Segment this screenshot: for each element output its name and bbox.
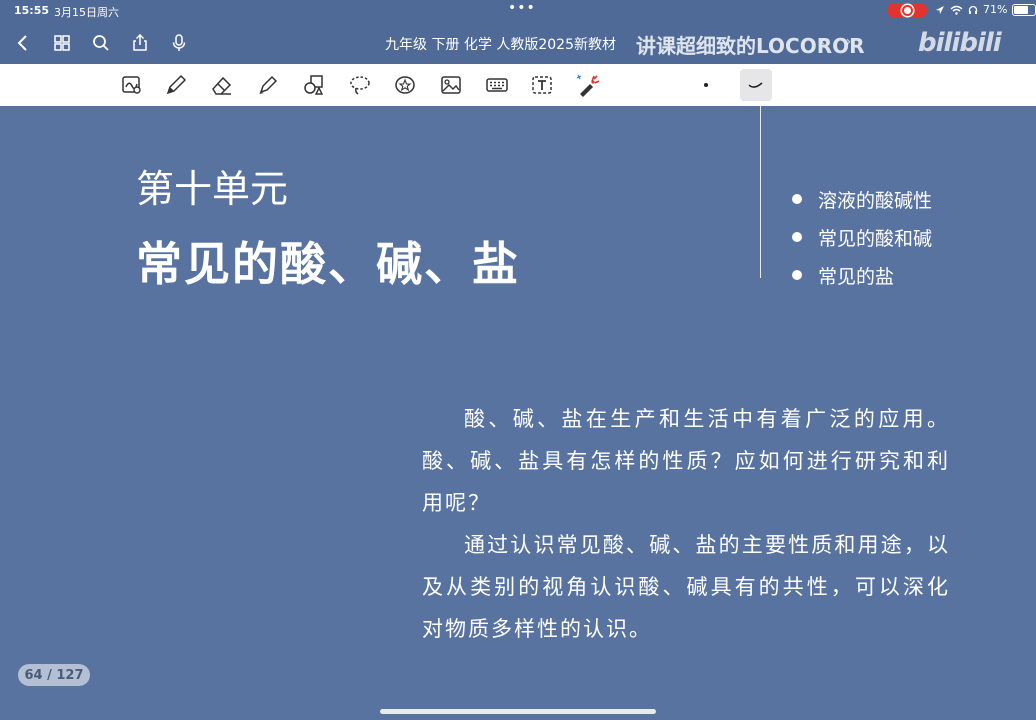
section-item: 常见的盐 (792, 256, 932, 294)
microphone-icon (172, 34, 186, 51)
section-list: 溶液的酸碱性 常见的酸和碱 常见的盐 (792, 180, 932, 294)
divider-line (760, 106, 761, 278)
unit-title: 第十单元 (136, 167, 289, 211)
keyboard-tool[interactable] (483, 71, 511, 99)
bullet-icon (792, 194, 802, 204)
nav-left-icons (10, 30, 192, 56)
grid-icon (54, 35, 70, 51)
microphone-button[interactable] (166, 30, 192, 56)
status-date: 3月15日周六 (54, 6, 119, 19)
laser-pointer-icon (576, 74, 600, 97)
section-item: 常见的酸和碱 (792, 218, 932, 256)
sticker-tool[interactable] (391, 71, 419, 99)
curve-stroke-icon (748, 82, 763, 88)
screen-recording-indicator[interactable] (887, 3, 927, 18)
text-box-icon (532, 76, 552, 94)
location-icon (936, 5, 944, 14)
chapter-title: 常见的酸、碱、盐 (136, 237, 520, 291)
pen-icon (166, 74, 187, 95)
back-icon (17, 35, 27, 51)
lasso-capture-tool[interactable] (118, 71, 146, 99)
video-watermark: 讲课超细致的LOCOROR (636, 34, 865, 58)
lasso-capture-icon (122, 76, 141, 94)
section-item: 溶液的酸碱性 (792, 180, 932, 218)
pdf-page[interactable]: 第十单元 常见的酸、碱、盐 溶液的酸碱性 常见的酸和碱 常见的盐 酸、碱、盐在生… (0, 106, 1036, 720)
search-button[interactable] (88, 30, 114, 56)
shapes-icon (304, 75, 324, 95)
bilibili-logo: bilibili (918, 28, 1002, 58)
curve-stroke-style[interactable] (740, 69, 772, 101)
bullet-icon (792, 232, 802, 242)
headphones-icon (968, 5, 978, 14)
share-button[interactable] (127, 30, 153, 56)
home-indicator[interactable] (380, 709, 656, 714)
section-label: 溶液的酸碱性 (818, 189, 933, 212)
status-bar: 15:55 3月15日周六 ••• 71% (0, 0, 1036, 22)
eraser-tool[interactable] (208, 71, 236, 99)
back-button[interactable] (10, 30, 36, 56)
eraser-icon (212, 76, 232, 95)
battery-icon (1012, 3, 1036, 16)
document-title: 九年级 下册 化学 人教版2025新教材 (385, 37, 616, 53)
multitasking-dots[interactable]: ••• (508, 0, 536, 16)
intro-paragraph: 通过认识常见酸、碱、盐的主要性质和用途，以及从类别的视角认识酸、碱具有的共性，可… (422, 533, 950, 641)
section-label: 常见的酸和碱 (818, 227, 933, 250)
text-box-tool[interactable] (528, 71, 556, 99)
page-indicator[interactable]: 64 / 127 (18, 664, 90, 686)
laser-pointer-tool[interactable] (574, 71, 602, 99)
lasso-icon (350, 76, 370, 95)
lasso-tool[interactable] (346, 71, 374, 99)
dot-pen-size[interactable] (692, 71, 720, 99)
highlighter-icon (259, 75, 278, 94)
highlighter-tool[interactable] (254, 71, 282, 99)
battery-percent: 71% (983, 3, 1008, 16)
wifi-icon (950, 5, 963, 15)
record-icon (901, 5, 913, 16)
intro-text: 酸、碱、盐在生产和生活中有着广泛的应用。酸、碱、盐具有怎样的性质？应如何进行研究… (422, 398, 950, 650)
thumbnails-button[interactable] (49, 30, 75, 56)
sticker-icon (395, 76, 415, 94)
status-time: 15:55 (14, 4, 50, 17)
shapes-tool[interactable] (300, 71, 328, 99)
pen-tool[interactable] (162, 71, 190, 99)
intro-paragraph: 酸、碱、盐在生产和生活中有着广泛的应用。酸、碱、盐具有怎样的性质？应如何进行研究… (422, 407, 950, 515)
status-right: 71% (935, 3, 1036, 16)
share-icon (133, 34, 147, 51)
keyboard-icon (486, 78, 508, 92)
image-tool[interactable] (437, 71, 465, 99)
image-icon (441, 76, 461, 94)
dot-icon (704, 83, 708, 87)
document-nav-bar: 九年级 下册 化学 人教版2025新教材 ‹ › 讲课超细致的LOCOROR b… (0, 22, 1036, 64)
annotation-toolbar (0, 64, 1036, 107)
section-label: 常见的盐 (818, 265, 895, 288)
search-icon (93, 35, 109, 51)
bullet-icon (792, 270, 802, 280)
